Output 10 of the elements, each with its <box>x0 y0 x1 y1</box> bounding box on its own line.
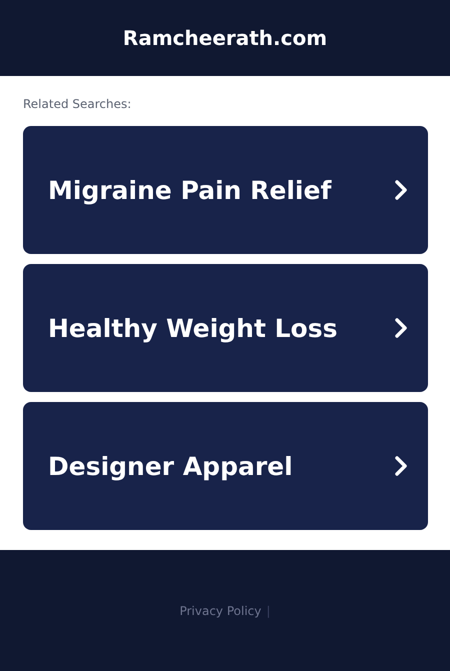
search-link[interactable]: Designer Apparel <box>23 402 428 530</box>
search-link[interactable]: Migraine Pain Relief <box>23 126 428 254</box>
chevron-icon <box>394 455 408 477</box>
chevron-icon <box>394 179 408 201</box>
privacy-link[interactable]: Privacy Policy <box>180 604 262 618</box>
site-title: Ramcheerath.com <box>122 26 328 50</box>
separator: | <box>266 604 270 618</box>
search-link[interactable]: Healthy Weight Loss <box>23 264 428 392</box>
chevron-icon <box>394 317 408 339</box>
related-heading: Related Searches: <box>23 97 132 111</box>
